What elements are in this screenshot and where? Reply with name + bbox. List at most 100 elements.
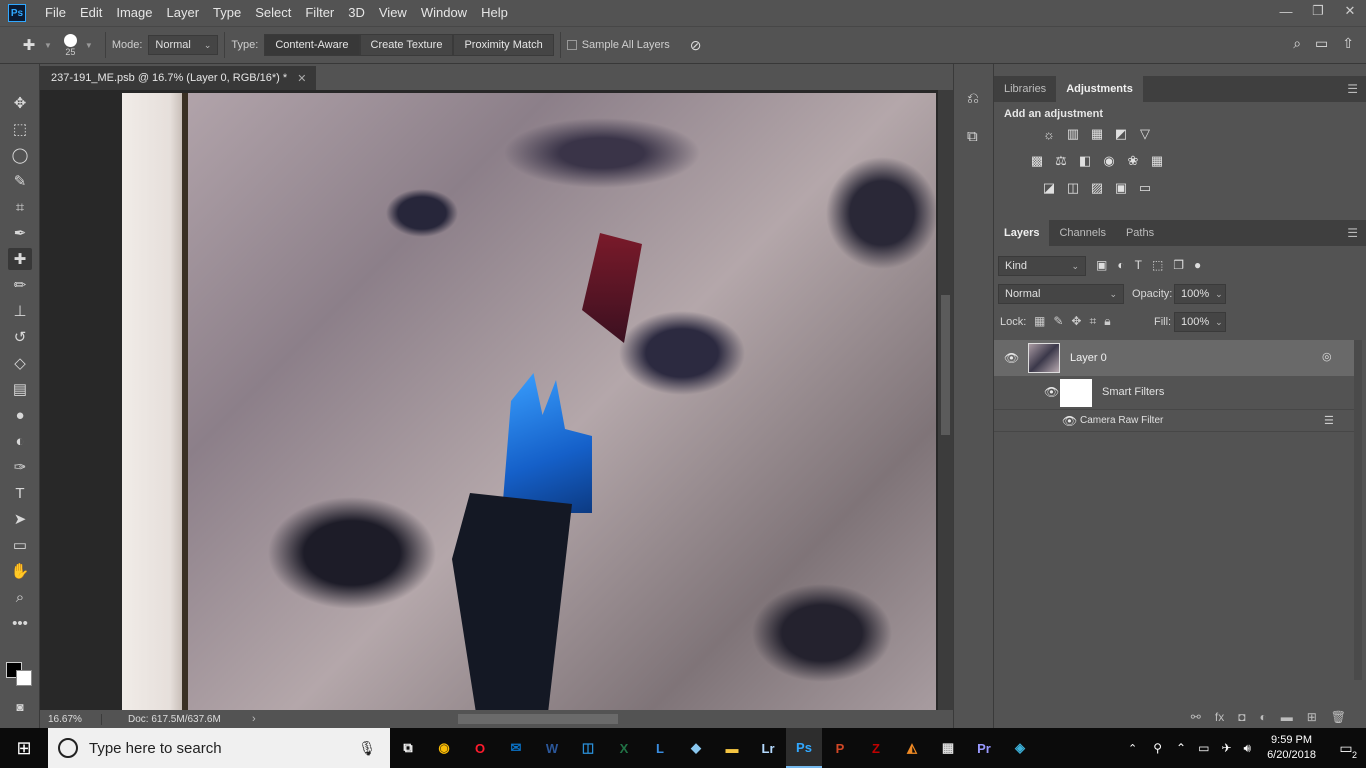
move-tool-icon[interactable]: ✥ — [8, 92, 32, 114]
taskbar-search-box[interactable]: Type here to search 🎙︎ — [48, 728, 390, 768]
gradient-tool-icon[interactable]: ▤ — [8, 378, 32, 400]
sample-all-layers-checkbox[interactable] — [566, 40, 577, 50]
premiere-icon[interactable]: Pr — [966, 728, 1002, 768]
threshold-icon[interactable]: ▨ — [1088, 180, 1106, 196]
document-tab[interactable]: 237-191_ME.psb @ 16.7% (Layer 0, RGB/16*… — [40, 66, 316, 90]
lock-image-icon[interactable]: ✎ — [1053, 314, 1063, 329]
file-explorer-icon[interactable]: ▬ — [714, 728, 750, 768]
airplane-mode-icon[interactable]: ✈ — [1221, 741, 1231, 755]
crop-tool-icon[interactable]: ⌗ — [8, 196, 32, 218]
lock-artboard-icon[interactable]: ⌗ — [1089, 314, 1096, 329]
vertical-scrollbar[interactable] — [938, 90, 953, 710]
menu-image[interactable]: Image — [109, 0, 159, 26]
powerpoint-icon[interactable]: P — [822, 728, 858, 768]
tray-expand-icon[interactable]: ⌃ — [1176, 741, 1186, 755]
path-select-tool-icon[interactable]: ➤ — [8, 508, 32, 530]
chrome-icon[interactable]: ◉ — [426, 728, 462, 768]
tab-adjustments[interactable]: Adjustments — [1056, 76, 1143, 102]
visibility-eye-icon[interactable]: 👁︎ — [1044, 385, 1059, 399]
hand-tool-icon[interactable]: ✋ — [8, 560, 32, 582]
fx-icon[interactable]: fx — [1215, 710, 1224, 724]
workspace-icon[interactable]: ▭ — [1315, 35, 1328, 52]
fill-input[interactable]: 100% ⌄ — [1174, 312, 1226, 332]
layers-scrollbar[interactable] — [1354, 340, 1362, 680]
layer-filter-kind-select[interactable]: Kind ⌄ — [998, 256, 1086, 276]
shape-filter-icon[interactable]: ⬚ — [1152, 258, 1163, 272]
scroll-thumb[interactable] — [941, 295, 950, 435]
outlook-icon[interactable]: ✉ — [498, 728, 534, 768]
lock-transparency-icon[interactable]: ▦ — [1034, 314, 1045, 329]
horizontal-scrollbar[interactable] — [320, 714, 960, 724]
filter-toggle-icon[interactable]: ● — [1194, 258, 1201, 272]
menu-window[interactable]: Window — [414, 0, 474, 26]
color-lookup-icon[interactable]: ▦ — [1148, 153, 1166, 169]
more-tools-icon[interactable]: ••• — [8, 612, 32, 634]
lasso-tool-icon[interactable]: ◯ — [8, 144, 32, 166]
brush-size-picker[interactable]: 25 — [63, 33, 77, 57]
camera-raw-filter-row[interactable]: 👁︎ Camera Raw Filter ☰ — [994, 410, 1354, 432]
search-icon[interactable]: ⌕ — [1293, 35, 1301, 52]
panel-menu-icon[interactable]: ☰ — [1347, 82, 1358, 96]
word-icon[interactable]: W — [534, 728, 570, 768]
channel-mixer-icon[interactable]: ❀ — [1124, 153, 1142, 169]
document-canvas[interactable] — [122, 93, 936, 711]
task-view-icon[interactable]: ⧉ — [390, 728, 426, 768]
app-icon[interactable]: ◫ — [570, 728, 606, 768]
rectangle-tool-icon[interactable]: ▭ — [8, 534, 32, 556]
close-icon[interactable]: ✕ — [1334, 0, 1366, 22]
chevron-up-icon[interactable]: ⌃ — [1128, 742, 1137, 755]
filter-blending-options-icon[interactable]: ☰ — [1324, 414, 1334, 427]
opera-icon[interactable]: O — [462, 728, 498, 768]
link-icon[interactable]: ⚯ — [1191, 710, 1201, 724]
share-icon[interactable]: ⇧ — [1342, 35, 1354, 52]
filezilla-icon[interactable]: Z — [858, 728, 894, 768]
menu-help[interactable]: Help — [474, 0, 515, 26]
tab-channels[interactable]: Channels — [1049, 220, 1115, 246]
app-icon[interactable]: ◭ — [894, 728, 930, 768]
pressure-size-icon[interactable]: ⊘ — [690, 37, 702, 54]
brightness-contrast-icon[interactable]: ☼ — [1040, 126, 1058, 142]
people-icon[interactable]: ⚲ — [1153, 741, 1162, 755]
black-white-icon[interactable]: ◧ — [1076, 153, 1094, 169]
app-icon[interactable]: ◆ — [678, 728, 714, 768]
panel-menu-icon[interactable]: ☰ — [1347, 226, 1358, 240]
calculator-icon[interactable]: ▦ — [930, 728, 966, 768]
menu-type[interactable]: Type — [206, 0, 248, 26]
trash-icon[interactable]: 🗑︎ — [1331, 710, 1346, 724]
healing-brush-preset-icon[interactable]: ✚ — [14, 32, 44, 58]
layer-name[interactable]: Layer 0 — [1070, 352, 1107, 364]
clock[interactable]: 9:59 PM 6/20/2018 — [1267, 733, 1316, 763]
adjustment-filter-icon[interactable]: ◐ — [1117, 258, 1124, 272]
visibility-eye-icon[interactable]: 👁︎ — [1062, 414, 1077, 428]
layer-row-layer-0[interactable]: 👁︎ Layer 0 ◎ — [994, 340, 1354, 376]
brush-tool-icon[interactable]: ✏ — [8, 274, 32, 296]
exposure-icon[interactable]: ◩ — [1112, 126, 1130, 142]
levels-icon[interactable]: ▥ — [1064, 126, 1082, 142]
dodge-tool-icon[interactable]: ◐ — [8, 430, 32, 452]
chevron-down-icon[interactable]: ▼ — [85, 41, 93, 50]
microphone-icon[interactable]: 🎙︎ — [358, 740, 376, 757]
smart-object-filter-icon[interactable]: ❐ — [1173, 258, 1184, 272]
marquee-tool-icon[interactable]: ⬚ — [8, 118, 32, 140]
lightroom-icon[interactable]: Lr — [750, 728, 786, 768]
excel-icon[interactable]: X — [606, 728, 642, 768]
curves-icon[interactable]: ▦ — [1088, 126, 1106, 142]
folder-icon[interactable]: ▬ — [1281, 710, 1293, 724]
invert-icon[interactable]: ◪ — [1040, 180, 1058, 196]
create-texture-button[interactable]: Create Texture — [359, 34, 454, 56]
photoshop-taskbar-icon[interactable]: Ps — [786, 728, 822, 768]
lock-position-icon[interactable]: ✥ — [1071, 314, 1081, 329]
zoom-level[interactable]: 16.67% — [40, 713, 102, 725]
smart-filters-row[interactable]: 👁︎ Smart Filters — [994, 376, 1354, 410]
eyedropper-tool-icon[interactable]: ✒ — [8, 222, 32, 244]
restore-icon[interactable]: ❐ — [1302, 0, 1334, 22]
minimize-icon[interactable]: — — [1270, 0, 1302, 22]
windows-start-icon[interactable]: ⊞ — [0, 728, 48, 768]
background-color-swatch[interactable] — [16, 670, 32, 686]
mask-icon[interactable]: ◘ — [1238, 710, 1245, 724]
pixel-filter-icon[interactable]: ▣ — [1096, 258, 1107, 272]
mode-select[interactable]: Normal ⌄ — [148, 35, 219, 55]
color-balance-icon[interactable]: ⚖ — [1052, 153, 1070, 169]
3d-panel-icon[interactable]: ⧉ — [967, 128, 978, 145]
eraser-tool-icon[interactable]: ◇ — [8, 352, 32, 374]
